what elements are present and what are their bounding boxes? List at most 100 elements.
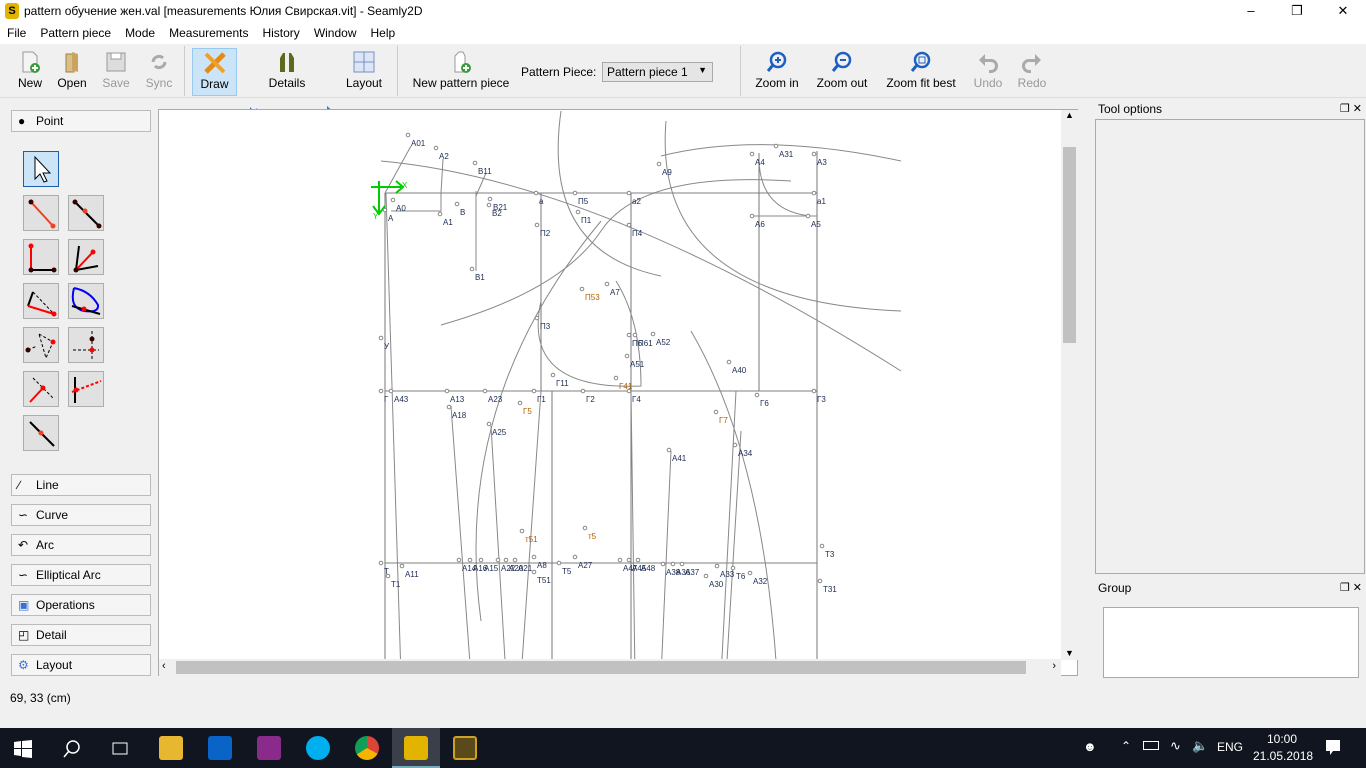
layout-mode-button[interactable]: Layout — [342, 48, 386, 96]
group-operations[interactable]: ▣ Operations — [11, 594, 151, 616]
minimize-button[interactable]: – — [1228, 0, 1274, 22]
pattern-point-marker[interactable] — [534, 222, 540, 228]
pattern-point-label[interactable]: Г — [384, 395, 389, 404]
pattern-point-marker[interactable] — [487, 196, 493, 202]
pattern-point-marker[interactable] — [572, 190, 578, 196]
pattern-point-marker[interactable] — [519, 528, 525, 534]
triangle-tool[interactable] — [23, 327, 59, 363]
scroll-right-icon[interactable]: › — [1052, 660, 1056, 672]
pattern-point-label[interactable]: А34 — [738, 449, 753, 458]
redo-button[interactable]: Redo — [1014, 48, 1050, 96]
midpoint-tool[interactable] — [23, 415, 59, 451]
pattern-point-marker[interactable] — [378, 335, 384, 341]
skype-icon[interactable] — [306, 736, 330, 760]
outlook-icon[interactable] — [208, 736, 232, 760]
file-explorer-icon[interactable] — [159, 736, 183, 760]
clock-time[interactable]: 10:00 — [1267, 732, 1297, 746]
pattern-drawing[interactable]: X Y А01А2В11А0А А1ВВ21В2В1а П5 а2П1П2 П4А9А4… — [159, 110, 1078, 676]
pattern-point-label[interactable]: В11 — [478, 167, 492, 176]
pattern-point-marker[interactable] — [617, 557, 623, 563]
group-list[interactable] — [1103, 607, 1359, 678]
pattern-point-marker[interactable] — [805, 213, 811, 219]
pattern-point-marker[interactable] — [437, 211, 443, 217]
pattern-point-marker[interactable] — [726, 359, 732, 365]
zoom-fit-best-button[interactable]: Zoom fit best — [881, 48, 961, 96]
pattern-point-label[interactable]: А31 — [779, 150, 794, 159]
float-icon[interactable]: ❐ — [1340, 582, 1350, 594]
windows-start-icon[interactable] — [14, 740, 32, 758]
scroll-left-icon[interactable]: ‹ — [162, 660, 166, 672]
vertical-scrollbar[interactable]: ▲ ▼ — [1061, 110, 1078, 660]
language-indicator[interactable]: ENG — [1217, 740, 1243, 754]
pattern-point-marker[interactable] — [454, 201, 460, 207]
pattern-point-label[interactable]: А0 — [396, 204, 406, 213]
pattern-point-label[interactable]: А15 — [484, 564, 499, 573]
pattern-point-marker[interactable] — [811, 190, 817, 196]
float-icon[interactable]: ❐ — [1340, 103, 1350, 115]
menu-pattern-piece[interactable]: Pattern piece — [33, 26, 118, 40]
horizontal-scrollbar[interactable]: ‹ › — [159, 659, 1061, 676]
save-button[interactable]: Save — [98, 48, 134, 96]
pattern-point-label[interactable]: П3 — [540, 322, 551, 331]
line-intersect-tool[interactable] — [68, 371, 104, 407]
pattern-point-label[interactable]: А5 — [811, 220, 821, 229]
pattern-point-label[interactable]: Г1 — [537, 395, 546, 404]
pattern-point-marker[interactable] — [626, 332, 632, 338]
pattern-point-label[interactable]: Г11 — [556, 379, 569, 388]
menu-history[interactable]: History — [255, 26, 306, 40]
pattern-point-marker[interactable] — [626, 190, 632, 196]
pattern-point-marker[interactable] — [446, 404, 452, 410]
pattern-point-label[interactable]: Г6 — [760, 399, 769, 408]
pattern-point-label[interactable]: А11 — [405, 570, 419, 579]
height-tool[interactable] — [23, 371, 59, 407]
pattern-point-label[interactable]: А7 — [610, 288, 620, 297]
pattern-point-label[interactable]: А48 — [641, 564, 656, 573]
battery-icon[interactable] — [1143, 741, 1159, 750]
maximize-button[interactable]: ❐ — [1274, 0, 1320, 22]
group-line[interactable]: ∕ Line — [11, 474, 151, 496]
close-dock-icon[interactable]: ✕ — [1353, 103, 1362, 115]
pattern-point-label[interactable]: А13 — [450, 395, 465, 404]
pattern-point-marker[interactable] — [482, 388, 488, 394]
undo-button[interactable]: Undo — [970, 48, 1006, 96]
pattern-point-label[interactable]: Т5 — [562, 567, 572, 576]
zoom-in-button[interactable]: Zoom in — [751, 48, 803, 96]
pattern-point-marker[interactable] — [378, 388, 384, 394]
pattern-point-label[interactable]: Г5 — [523, 407, 532, 416]
pattern-point-marker[interactable] — [385, 573, 391, 579]
pattern-point-marker[interactable] — [626, 388, 632, 394]
pattern-point-marker[interactable] — [713, 409, 719, 415]
pattern-point-marker[interactable] — [714, 563, 720, 569]
sync-button[interactable]: Sync — [141, 48, 177, 96]
pattern-point-marker[interactable] — [456, 557, 462, 563]
clock-date[interactable]: 21.05.2018 — [1253, 749, 1313, 763]
pattern-point-marker[interactable] — [773, 143, 779, 149]
details-mode-button[interactable]: Details — [264, 48, 310, 96]
pattern-point-label[interactable]: А3 — [817, 158, 827, 167]
drawing-canvas[interactable]: X Y А01 А2 В11 А0 А А1 В В21 В2 В1 а П5 а2 П1 П2 П4 А9 А4… — [158, 109, 1078, 676]
people-icon[interactable]: ☻ — [1083, 739, 1097, 754]
pattern-point-marker[interactable] — [533, 190, 539, 196]
pattern-point-marker[interactable] — [749, 213, 755, 219]
pattern-point-marker[interactable] — [582, 525, 588, 531]
pattern-point-marker[interactable] — [811, 388, 817, 394]
pattern-point-label[interactable]: А43 — [394, 395, 409, 404]
pattern-point-marker[interactable] — [626, 557, 632, 563]
menu-file[interactable]: File — [0, 26, 33, 40]
pattern-point-label[interactable]: А21 — [518, 564, 533, 573]
pattern-point-marker[interactable] — [378, 560, 384, 566]
menu-mode[interactable]: Mode — [118, 26, 162, 40]
pattern-point-marker[interactable] — [754, 392, 760, 398]
pattern-point-label[interactable]: А8 — [537, 561, 547, 570]
pattern-point-marker[interactable] — [388, 388, 394, 394]
new-button[interactable]: New — [12, 48, 48, 96]
pattern-point-label[interactable]: П2 — [540, 229, 551, 238]
pattern-point-marker[interactable] — [503, 557, 509, 563]
pattern-point-label[interactable]: П61 — [638, 339, 653, 348]
pattern-point-label[interactable]: А51 — [630, 360, 645, 369]
pattern-point-marker[interactable] — [517, 400, 523, 406]
group-detail[interactable]: ◰ Detail — [11, 624, 151, 646]
pattern-point-marker[interactable] — [580, 388, 586, 394]
pattern-point-label[interactable]: а2 — [632, 197, 641, 206]
group-curve[interactable]: ∽ Curve — [11, 504, 151, 526]
